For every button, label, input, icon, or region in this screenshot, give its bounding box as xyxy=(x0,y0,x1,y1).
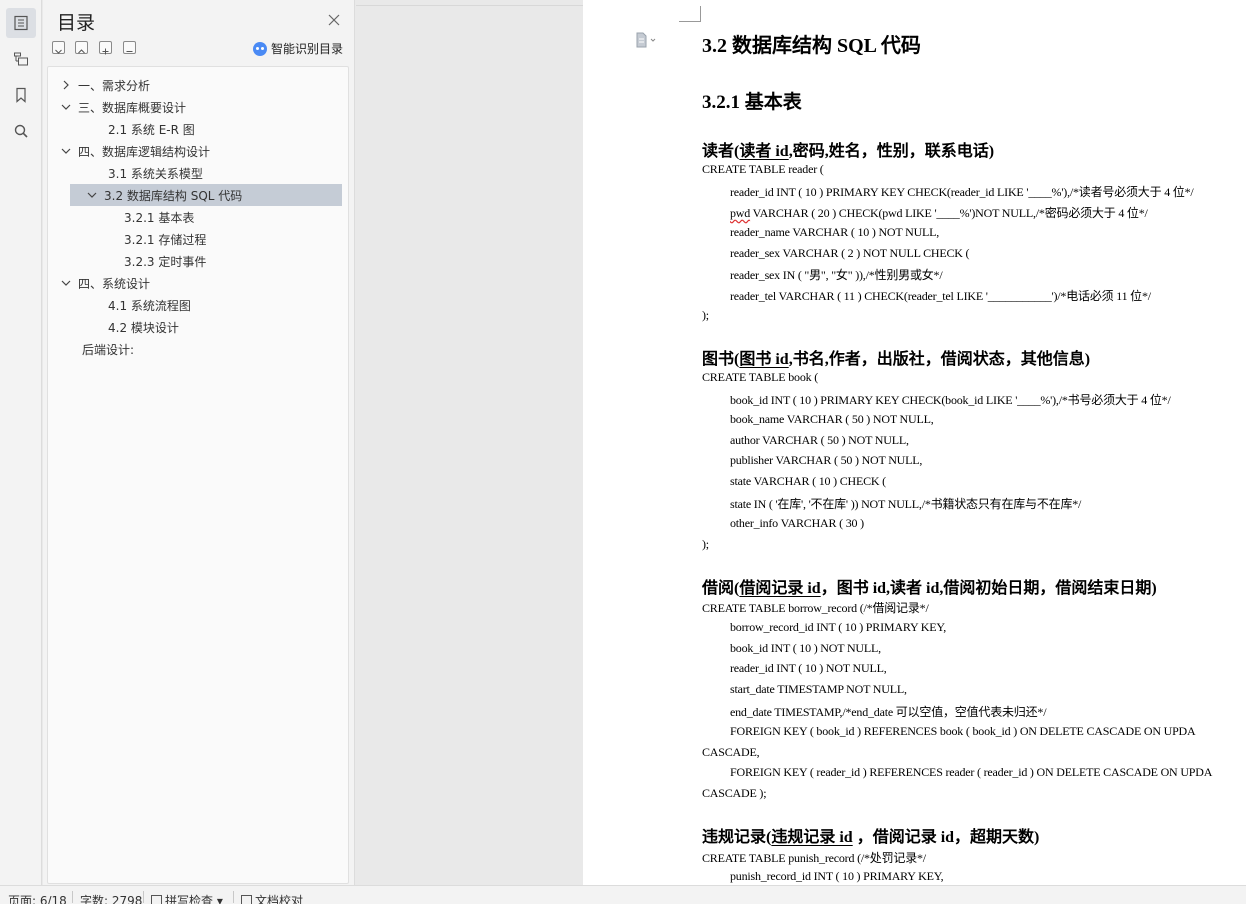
heading-3-2: 3.2 数据库结构 SQL 代码 xyxy=(702,35,921,57)
toc-item-label: 3.1 系统关系模型 xyxy=(108,166,203,181)
navigation-structure-icon[interactable] xyxy=(6,44,36,74)
toc-title: 目录 xyxy=(57,12,96,34)
code-line: state IN ( '在库', '不在库' )) NOT NULL,/*书籍状… xyxy=(730,497,1082,511)
smart-toc-label: 智能识别目录 xyxy=(271,42,344,56)
toc-item[interactable]: 3.2 数据库结构 SQL 代码 xyxy=(70,184,342,206)
code-line: CREATE TABLE reader ( xyxy=(702,162,824,176)
table-heading-reader: 读者(读者 id,密码,姓名，性别，联系电话) xyxy=(702,143,995,160)
close-icon[interactable] xyxy=(327,12,341,26)
toc-item-label: 2.1 系统 E-R 图 xyxy=(108,122,195,137)
code-line: book_id INT ( 10 ) NOT NULL, xyxy=(730,641,881,655)
toc-item[interactable]: 3.2.3 定时事件 xyxy=(48,250,348,272)
chevron-down-icon[interactable] xyxy=(86,189,98,201)
toc-item-label: 3.2.3 定时事件 xyxy=(124,254,207,269)
code-line: start_date TIMESTAMP NOT NULL, xyxy=(730,682,907,696)
toc-item-label: 4.1 系统流程图 xyxy=(108,298,191,313)
code-line: reader_tel VARCHAR ( 11 ) CHECK(reader_t… xyxy=(730,289,1151,303)
code-line: pwd VARCHAR ( 20 ) CHECK(pwd LIKE '____%… xyxy=(730,206,1148,220)
chevron-down-icon[interactable] xyxy=(60,277,72,289)
code-line: reader_sex IN ( "男", "女" )),/*性别男或女*/ xyxy=(730,268,943,282)
doc-proofread-button[interactable]: 文档校对 xyxy=(241,892,303,904)
toc-item[interactable]: 后端设计: xyxy=(48,338,348,360)
chevron-down-icon[interactable] xyxy=(60,145,72,157)
chevron-down-icon[interactable] xyxy=(60,101,72,113)
code-line: reader_id INT ( 10 ) NOT NULL, xyxy=(730,661,887,675)
toc-item[interactable]: 四、数据库逻辑结构设计 xyxy=(48,140,348,162)
toc-item-label: 后端设计: xyxy=(82,342,135,357)
bookmark-icon[interactable] xyxy=(6,80,36,110)
status-bar: 页面: 6/18 字数: 2798 拼写检查 ▾ 文档校对 xyxy=(0,885,1246,904)
chevron-right-icon[interactable] xyxy=(60,79,72,91)
promote-level-icon[interactable] xyxy=(99,41,112,55)
code-line: CREATE TABLE borrow_record (/*借阅记录*/ xyxy=(702,601,929,615)
toc-item-label: 一、需求分析 xyxy=(78,78,151,93)
toc-item-label: 3.2.1 存储过程 xyxy=(124,232,207,247)
code-line: state VARCHAR ( 10 ) CHECK ( xyxy=(730,474,886,488)
code-line: end_date TIMESTAMP,/*end_date 可以空值，空值代表未… xyxy=(730,705,1047,719)
code-line: reader_id INT ( 10 ) PRIMARY KEY CHECK(r… xyxy=(730,185,1194,199)
code-line: author VARCHAR ( 50 ) NOT NULL, xyxy=(730,433,909,447)
wps-writer-window: 目录 智能识别目录 一、需求分析三、数据库概要设计 2.1 系统 E-R 图四、数… xyxy=(0,0,1246,904)
table-heading-book: 图书(图书 id,书名,作者，出版社，借阅状态，其他信息) xyxy=(702,351,1091,368)
demote-level-icon[interactable] xyxy=(123,41,136,54)
toc-item-label: 四、系统设计 xyxy=(78,276,151,291)
document-page[interactable]: 3.2 数据库结构 SQL 代码 3.2.1 基本表 读者(读者 id,密码,姓… xyxy=(583,0,1246,885)
toc-item[interactable]: 一、需求分析 xyxy=(48,74,348,96)
toc-item[interactable]: 3.2.1 存储过程 xyxy=(48,228,348,250)
heading-3-2-1: 3.2.1 基本表 xyxy=(702,92,802,113)
code-line: FOREIGN KEY ( book_id ) REFERENCES book … xyxy=(730,724,1196,738)
spell-check-toggle[interactable]: 拼写检查 ▾ xyxy=(151,892,223,904)
code-line: CASCADE, xyxy=(702,745,760,759)
paragraph-menu-icon[interactable] xyxy=(635,32,663,48)
word-count[interactable]: 字数: 2798 xyxy=(80,892,142,904)
code-line: other_info VARCHAR ( 30 ) xyxy=(730,516,864,530)
collapse-all-icon[interactable] xyxy=(75,41,88,54)
toc-item-label: 三、数据库概要设计 xyxy=(78,100,187,115)
toc-list: 一、需求分析三、数据库概要设计 2.1 系统 E-R 图四、数据库逻辑结构设计 3.… xyxy=(47,66,349,884)
smart-toc-button[interactable]: 智能识别目录 xyxy=(253,40,343,57)
page-count[interactable]: 页面: 6/18 xyxy=(8,892,67,904)
toc-item[interactable]: 三、数据库概要设计 xyxy=(48,96,348,118)
toc-item-label: 3.2.1 基本表 xyxy=(124,210,195,225)
ai-robot-icon xyxy=(253,41,267,56)
toc-item[interactable]: 2.1 系统 E-R 图 xyxy=(48,118,348,140)
toc-item[interactable]: 4.2 模块设计 xyxy=(48,316,348,338)
toc-item[interactable]: 四、系统设计 xyxy=(48,272,348,294)
workspace-background xyxy=(356,0,583,885)
code-line: reader_name VARCHAR ( 10 ) NOT NULL, xyxy=(730,225,940,239)
table-heading-borrow: 借阅(借阅记录 id，图书 id,读者 id,借阅初始日期，借阅结束日期) xyxy=(702,580,1157,597)
expand-all-icon[interactable] xyxy=(52,41,65,54)
code-line: FOREIGN KEY ( reader_id ) REFERENCES rea… xyxy=(730,765,1213,779)
toc-panel-icon[interactable] xyxy=(6,8,36,38)
code-line: reader_sex VARCHAR ( 2 ) NOT NULL CHECK … xyxy=(730,246,970,260)
code-line: ); xyxy=(702,537,709,551)
page-margin-marker xyxy=(679,6,701,22)
proofread-icon xyxy=(241,895,252,904)
code-line: book_id INT ( 10 ) PRIMARY KEY CHECK(boo… xyxy=(730,393,1171,407)
search-icon[interactable] xyxy=(6,116,36,146)
toc-item-label: 四、数据库逻辑结构设计 xyxy=(78,144,211,159)
code-line: book_name VARCHAR ( 50 ) NOT NULL, xyxy=(730,412,934,426)
toc-item[interactable]: 3.1 系统关系模型 xyxy=(48,162,348,184)
toc-item[interactable]: 4.1 系统流程图 xyxy=(48,294,348,316)
code-line: CREATE TABLE book ( xyxy=(702,370,819,384)
checkbox-icon xyxy=(151,895,162,904)
table-heading-punish: 违规记录(违规记录 id ，借阅记录 id，超期天数) xyxy=(702,829,1040,846)
toc-item[interactable]: 3.2.1 基本表 xyxy=(48,206,348,228)
toc-item-label: 3.2 数据库结构 SQL 代码 xyxy=(104,188,243,203)
code-line: borrow_record_id INT ( 10 ) PRIMARY KEY, xyxy=(730,620,947,634)
toc-item-label: 4.2 模块设计 xyxy=(108,320,179,335)
code-line: CASCADE ); xyxy=(702,786,767,800)
side-icon-bar xyxy=(0,0,42,885)
code-line: ); xyxy=(702,308,709,322)
code-line: punish_record_id INT ( 10 ) PRIMARY KEY, xyxy=(730,869,944,883)
code-line: CREATE TABLE punish_record (/*处罚记录*/ xyxy=(702,851,926,865)
spellcheck-word: pwd xyxy=(730,206,751,220)
code-line: publisher VARCHAR ( 50 ) NOT NULL, xyxy=(730,453,923,467)
toc-panel: 目录 智能识别目录 一、需求分析三、数据库概要设计 2.1 系统 E-R 图四、数… xyxy=(43,0,355,885)
